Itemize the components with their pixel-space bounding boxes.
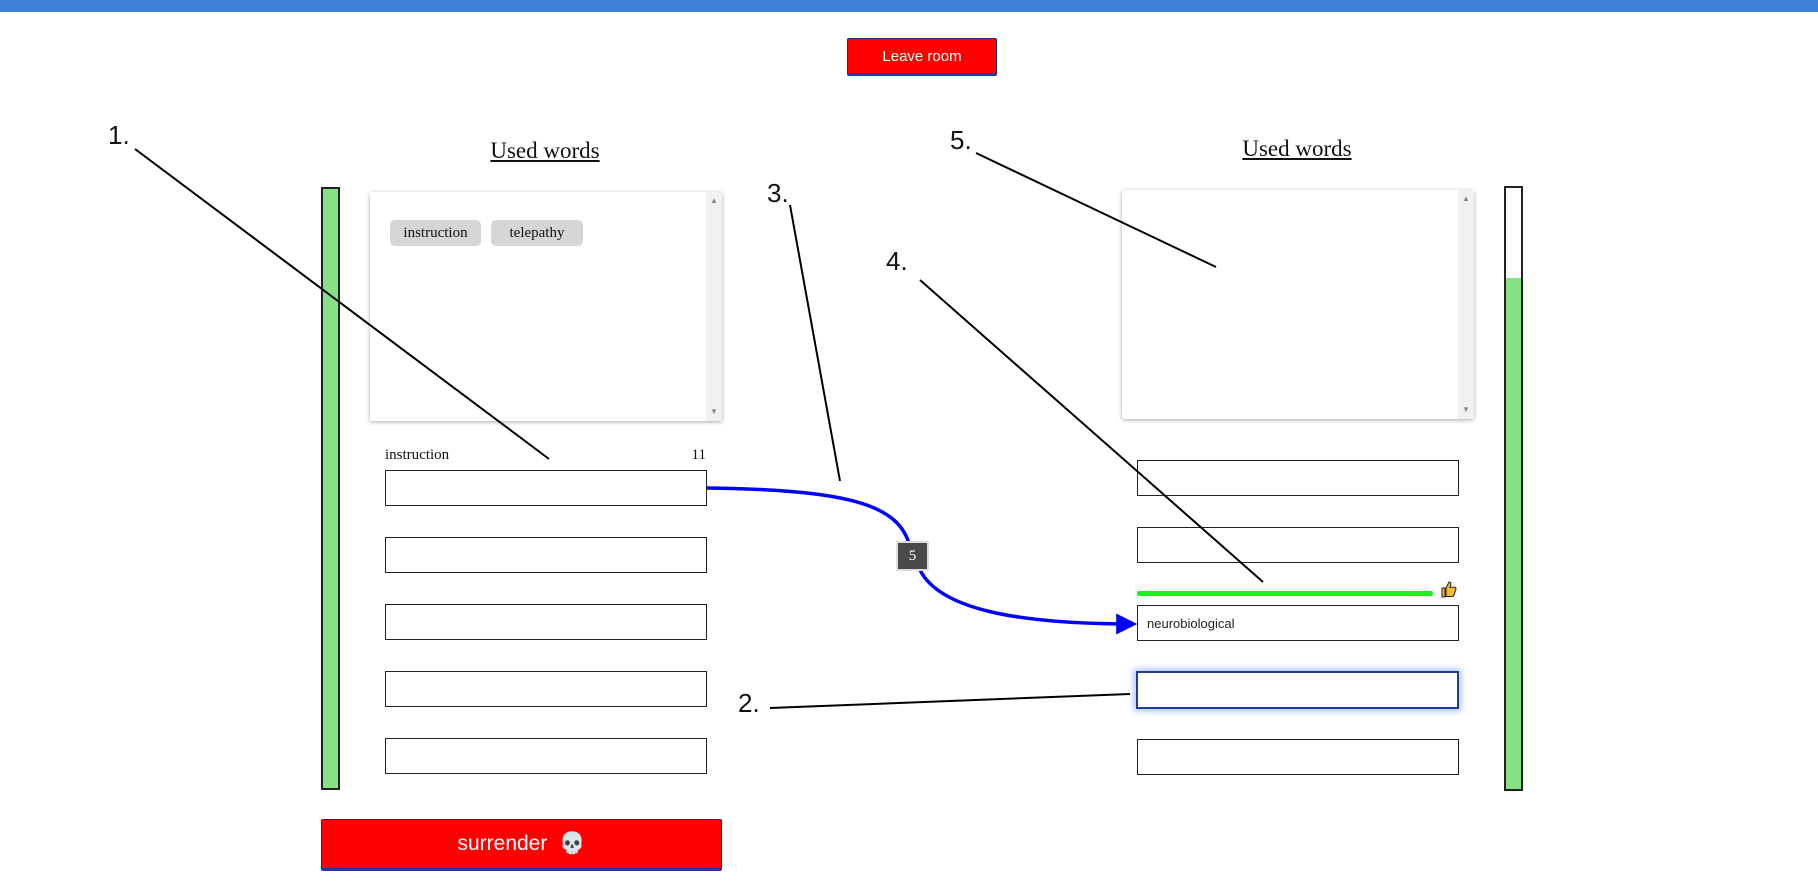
scroll-up-icon[interactable]: ▲ [1458,192,1474,206]
left-word-input[interactable] [385,470,707,506]
right-word-input[interactable] [1137,739,1459,775]
link-arrow-lower [918,569,1138,635]
right-health-fill [1506,278,1521,789]
right-words-scrollbar[interactable]: ▲ ▼ [1458,190,1474,419]
right-word-input[interactable] [1137,527,1459,563]
used-word-chip[interactable]: telepathy [491,220,583,246]
link-count-badge: 5 [896,541,929,571]
right-word-input[interactable] [1137,460,1459,496]
skull-icon: 💀 [559,832,586,855]
left-used-words-box[interactable]: instruction telepathy ▲ ▼ [370,192,722,421]
right-word-input-focused[interactable] [1136,671,1459,709]
thumbs-up-icon [1441,581,1457,598]
right-health-bar [1504,186,1523,791]
link-arrow-upper [706,486,914,557]
current-word-count: 11 [691,447,706,463]
left-words-scrollbar[interactable]: ▲ ▼ [706,192,722,421]
annotation-label-3: 3. [767,178,789,208]
left-word-input[interactable] [385,537,707,573]
current-word-label: instruction [385,447,450,463]
scroll-up-icon[interactable]: ▲ [706,194,722,208]
used-word-chip[interactable]: instruction [390,220,481,246]
right-word-input[interactable]: neurobiological [1137,605,1459,641]
top-bar [0,0,1818,12]
surrender-label: surrender [457,832,548,855]
left-health-fill [323,189,338,788]
surrender-button[interactable]: surrender 💀 [321,819,722,871]
annotation-label-1: 1. [108,120,130,150]
leave-room-button[interactable]: Leave room [847,38,997,76]
annotation-line-2 [769,693,1131,709]
left-word-input[interactable] [385,604,707,640]
annotation-label-5: 5. [950,125,972,155]
scroll-down-icon[interactable]: ▼ [1458,403,1474,417]
left-health-bar [321,187,340,790]
left-used-words-title: Used words [490,138,600,163]
match-progress-bar [1137,591,1433,596]
annotation-label-4: 4. [886,246,908,276]
link-arrow-overlay [134,148,1264,709]
scroll-down-icon[interactable]: ▼ [706,405,722,419]
right-used-words-title: Used words [1242,136,1352,161]
left-word-input[interactable] [385,671,707,707]
annotation-label-2: 2. [738,688,760,718]
annotation-line-3 [789,204,841,482]
right-used-words-box[interactable]: ▲ ▼ [1122,190,1474,419]
left-word-input[interactable] [385,738,707,774]
